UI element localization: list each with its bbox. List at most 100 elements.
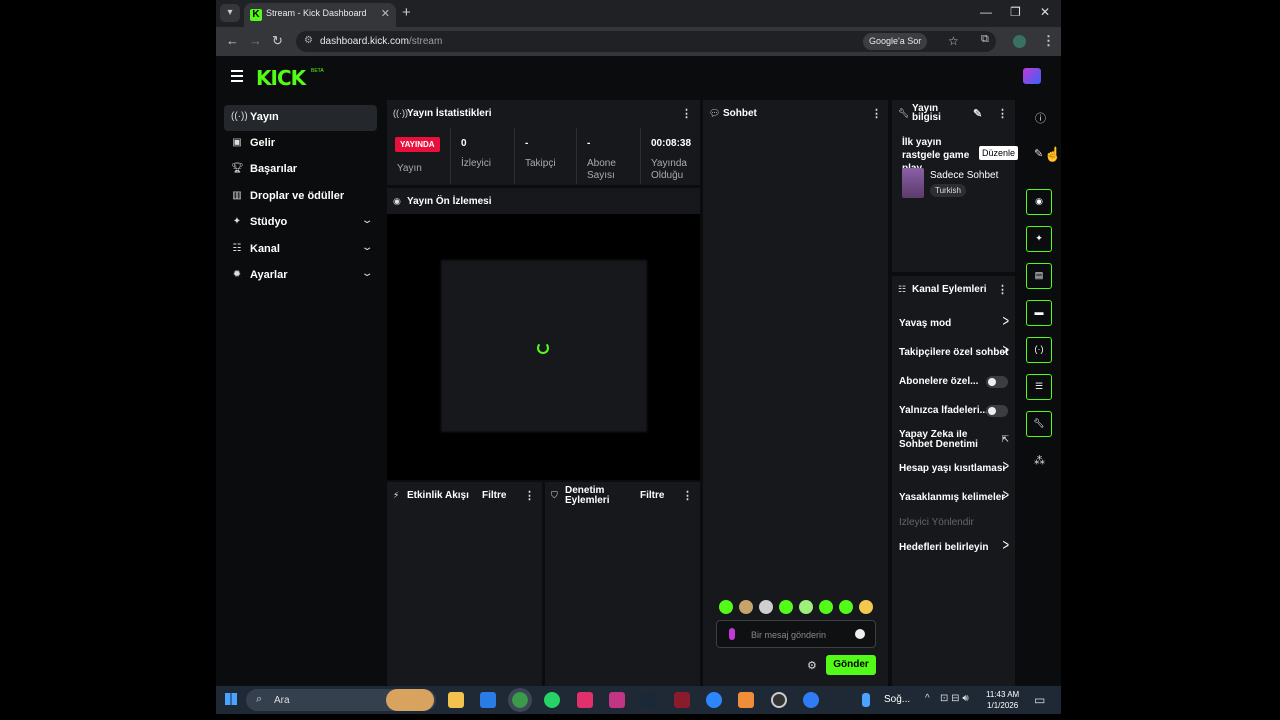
more-options-icon[interactable]: ⋮ [524,489,535,502]
new-tab-button[interactable]: + [402,4,411,21]
bookmark-star-icon[interactable]: ☆ [948,34,959,48]
browser-tab[interactable]: K Stream - Kick Dashboard ✕ [244,3,396,27]
omnibox[interactable]: ⚙ dashboard.kick.com/stream Google'a Sor… [296,31,996,52]
action-followers-only[interactable]: Takipçilere özel sohbet [899,347,1009,358]
app-icon[interactable] [803,692,819,708]
rail-sparkle-button[interactable]: ✦ [1026,226,1052,252]
send-button[interactable]: Gönder [826,655,876,675]
weather-label[interactable]: Soğ... [884,694,910,705]
filter-button[interactable]: Filtre [640,490,664,501]
action-account-age[interactable]: Hesap yaşı kısıtlaması [899,463,1005,474]
edit-pencil-icon[interactable]: ✎ [1034,147,1043,160]
sidebar-item-ayarlar[interactable]: ✹ Ayarlar ⌄ [224,263,377,289]
edit-pencil-icon[interactable]: ✎ [973,107,982,120]
emoji-picker-icon[interactable] [855,629,865,639]
external-link-icon[interactable]: ⇱ [1001,434,1009,445]
user-avatar[interactable] [1023,68,1041,84]
emote-icon[interactable] [839,600,853,614]
emote-icon[interactable] [759,600,773,614]
url-text[interactable]: dashboard.kick.com/stream [320,36,442,47]
extensions-icon[interactable]: ⧉ [981,33,989,46]
chrome-icon[interactable] [508,688,532,712]
chevron-right-icon[interactable]: > [1003,459,1009,476]
emote-icon[interactable] [719,600,733,614]
app-icon[interactable] [738,692,754,708]
sidebar-item-basarilar[interactable]: 🏆︎ Başarılar [224,157,377,183]
clock-time: 11:43 AM [986,690,1020,699]
chevron-right-icon[interactable]: > [1003,488,1009,505]
maximize-button[interactable]: ❐ [1010,5,1021,19]
taskbar-clock[interactable]: 11:43 AM 1/1/2026 [986,689,1019,711]
emote-icon[interactable] [859,600,873,614]
rail-camera-button[interactable]: ◉ [1026,189,1052,215]
emote-icon[interactable] [819,600,833,614]
action-set-goals[interactable]: Hedefleri belirleyin [899,542,1009,553]
obs-icon[interactable] [771,692,787,708]
action-banned-words[interactable]: Yasaklanmış kelimeler [899,492,1005,503]
browser-icon[interactable] [706,692,722,708]
sidebar-item-droplar[interactable]: ▥ Droplar ve ödüller [224,184,377,210]
subscribers-only-toggle[interactable] [986,376,1008,388]
store-icon[interactable] [480,692,496,708]
close-tab-icon[interactable]: ✕ [381,7,390,20]
emote-icon[interactable] [799,600,813,614]
layout-icon: ☰ [1034,381,1044,391]
taskbar-search[interactable]: ⌕ Ara [246,689,436,711]
sidebar-item-studyo[interactable]: ✦ Stüdyo ⌄ [224,210,377,236]
sidebar-item-gelir[interactable]: ▣ Gelir [224,131,377,157]
close-window-button[interactable]: ✕ [1040,5,1050,19]
reload-button[interactable]: ↻ [272,33,283,49]
tray-chevron-icon[interactable]: ^ [925,693,930,704]
more-options-icon[interactable]: ⋮ [871,107,882,120]
rail-tools-button[interactable]: 🔧︎ [1026,411,1052,437]
app-icon[interactable] [674,692,690,708]
more-options-icon[interactable]: ⋮ [682,489,693,502]
site-info-icon[interactable]: ⚙ [304,35,313,46]
share-icon[interactable]: ⁂ [1034,454,1045,467]
more-options-icon[interactable]: ⋮ [997,107,1008,120]
more-options-icon[interactable]: ⋮ [997,283,1008,296]
emote-icon[interactable] [779,600,793,614]
filter-button[interactable]: Filtre [482,490,506,501]
instagram-icon[interactable] [577,692,593,708]
chevron-right-icon[interactable]: > [1003,538,1009,555]
action-emotes-only: Yalnızca İfadeleri... [899,405,987,416]
steam-icon[interactable] [641,692,657,708]
chevron-right-icon[interactable]: > [1003,343,1009,360]
kick-logo[interactable]: KICK [256,66,306,90]
chat-settings-gear-icon[interactable]: ⚙ [807,659,817,672]
emotes-only-toggle[interactable] [986,405,1008,417]
weather-icon[interactable] [862,693,870,707]
forward-button[interactable]: → [249,33,262,48]
chat-message-input[interactable]: Bir mesaj gönderin [716,620,876,648]
whatsapp-icon[interactable] [544,692,560,708]
tray-icons[interactable]: ⊡ ⊟ 🔊︎ [940,693,969,704]
browser-menu-icon[interactable]: ⋮ [1042,33,1055,49]
sidebar-item-kanal[interactable]: ☷ Kanal ⌄ [224,237,377,263]
notification-icon[interactable]: ▭ [1034,693,1045,707]
rail-chat-button[interactable]: ▬ [1026,300,1052,326]
microphone-icon[interactable] [729,628,735,640]
minimize-button[interactable]: — [980,5,992,19]
rail-broadcast-button[interactable]: (·) [1026,337,1052,363]
more-options-icon[interactable]: ⋮ [681,107,692,120]
sidebar-item-yayin[interactable]: ((·)) Yayın [224,105,377,131]
back-button[interactable]: ← [226,33,239,48]
profile-icon[interactable] [1013,35,1026,48]
action-slow-mode[interactable]: Yavaş mod [899,318,1009,329]
info-icon[interactable]: ⓘ [1035,110,1046,126]
rail-layout-button[interactable]: ☰ [1026,374,1052,400]
action-ai-moderation[interactable]: Yapay Zeka ile Sohbet Denetimi [899,430,979,450]
video-preview[interactable] [387,214,700,480]
google-ask-chip[interactable]: Google'a Sor [863,33,928,50]
rail-notes-button[interactable]: ▤ [1026,263,1052,289]
windows-start-icon[interactable] [225,693,237,705]
panel-title: Etkinlik Akışı [407,490,469,501]
hamburger-menu-icon[interactable] [231,70,243,85]
instagram-icon[interactable] [609,692,625,708]
tab-search-dropdown[interactable]: ▾ [220,4,240,22]
file-explorer-icon[interactable] [448,692,464,708]
chevron-right-icon[interactable]: > [1003,314,1009,331]
emote-icon[interactable] [739,600,753,614]
settings-icon: ✹ [232,269,242,280]
